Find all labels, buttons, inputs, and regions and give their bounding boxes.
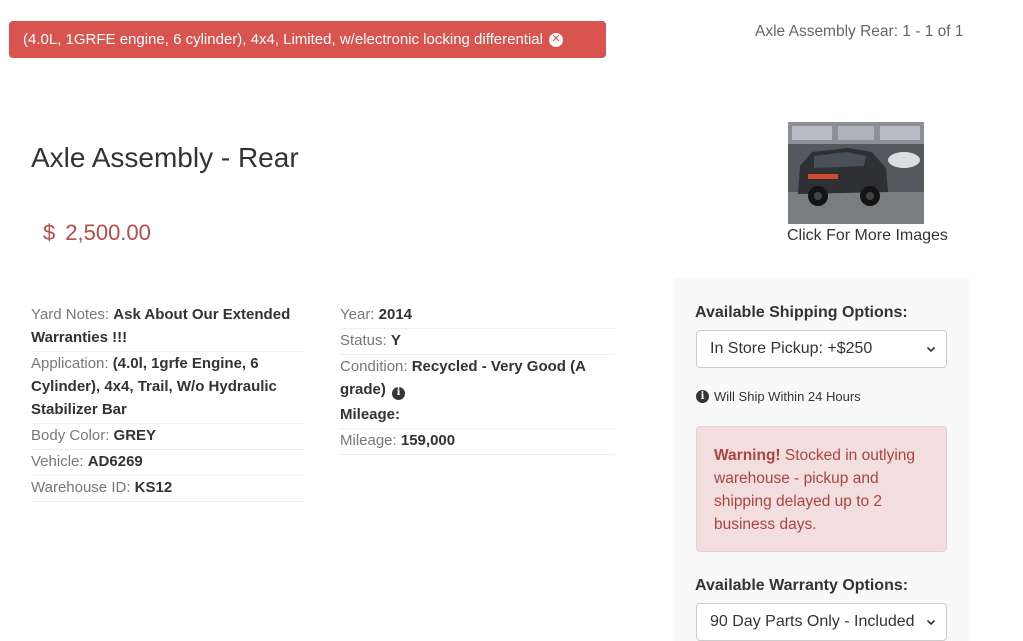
detail-label: Yard Notes: [31, 306, 110, 323]
detail-value: GREY [113, 427, 157, 444]
detail-label: Body Color: [31, 427, 110, 444]
filter-tag-label: (4.0L, 1GRFE engine, 6 cylinder), 4x4, L… [23, 31, 543, 48]
detail-value: AD6269 [87, 453, 143, 470]
chevron-down-icon [926, 619, 936, 626]
shipping-note: i Will Ship Within 24 Hours [696, 389, 861, 404]
detail-year: Year: 2014 [340, 303, 615, 329]
active-filter-tag[interactable]: (4.0L, 1GRFE engine, 6 cylinder), 4x4, L… [9, 21, 606, 58]
price-amount: 2,500.00 [65, 220, 151, 245]
price-currency: $ [43, 220, 56, 245]
detail-value: 2014 [378, 306, 413, 323]
price: $2,500.00 [43, 220, 151, 246]
detail-label: Status: [340, 332, 387, 349]
detail-label: Year: [340, 306, 375, 323]
detail-value: Y [390, 332, 401, 349]
page-title: Axle Assembly - Rear [31, 142, 299, 173]
shipping-options-label: Available Shipping Options: [695, 304, 908, 321]
warranty-selected-value: 90 Day Parts Only - Included [710, 613, 915, 630]
info-circle-icon[interactable]: i [392, 386, 406, 400]
detail-condition: Condition: Recycled - Very Good (A grade… [340, 355, 615, 403]
warranty-options-select[interactable]: 90 Day Parts Only - Included [696, 603, 947, 641]
shipping-selected-value: In Store Pickup: +$250 [710, 340, 873, 357]
warranty-options-label: Available Warranty Options: [695, 577, 909, 594]
product-thumbnail[interactable] [788, 122, 924, 224]
detail-application: Application: (4.0l, 1grfe Engine, 6 Cyli… [31, 352, 305, 424]
detail-yard-notes: Yard Notes: Ask About Our Extended Warra… [31, 303, 305, 352]
warning-alert: Warning! Stocked in outlying warehouse -… [696, 426, 947, 552]
shipping-note-text: Will Ship Within 24 Hours [714, 389, 861, 404]
detail-warehouse-id: Warehouse ID: KS12 [31, 476, 305, 502]
chevron-down-icon [926, 346, 936, 353]
detail-label: Mileage: [340, 432, 397, 449]
details-left: Yard Notes: Ask About Our Extended Warra… [31, 303, 305, 502]
detail-label: Warehouse ID: [31, 479, 131, 496]
detail-label: Condition: [340, 358, 408, 375]
result-count: Axle Assembly Rear: 1 - 1 of 1 [755, 23, 964, 40]
detail-mileage: Mileage: 159,000 [340, 429, 615, 455]
warning-title: Warning! [714, 447, 781, 464]
detail-status: Status: Y [340, 329, 615, 355]
detail-heading: Mileage: [340, 406, 401, 423]
more-images-link[interactable]: Click For More Images [787, 227, 948, 245]
shipping-options-select[interactable]: In Store Pickup: +$250 [696, 330, 947, 368]
times-circle-icon[interactable]: ✕ [548, 32, 563, 47]
detail-value: KS12 [134, 479, 173, 496]
detail-mileage-heading: Mileage: [340, 403, 615, 429]
detail-body-color: Body Color: GREY [31, 424, 305, 450]
detail-label: Vehicle: [31, 453, 84, 470]
detail-value: 159,000 [400, 432, 456, 449]
vehicle-photo [788, 122, 924, 224]
details-right: Year: 2014 Status: Y Condition: Recycled… [340, 303, 615, 455]
detail-label: Application: [31, 355, 109, 372]
detail-vehicle: Vehicle: AD6269 [31, 450, 305, 476]
info-circle-icon: i [696, 390, 709, 403]
